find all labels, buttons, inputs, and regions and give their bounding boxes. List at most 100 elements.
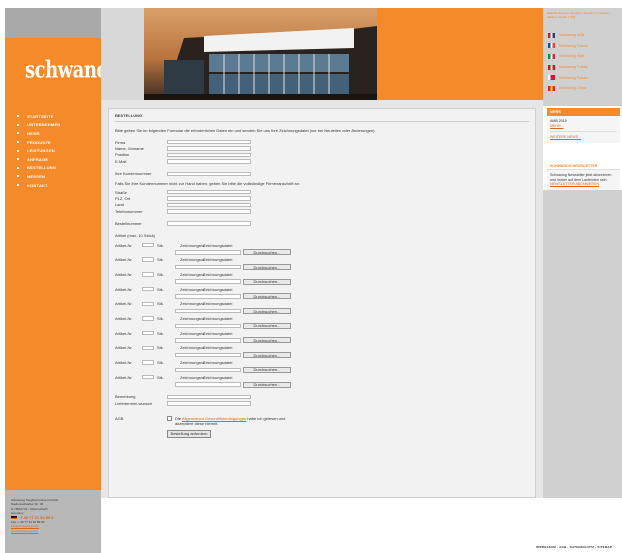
drawing-number-label: Zeichnungsnr. <box>180 257 206 263</box>
address-note: Falls Sie Ihre Kundennummer nicht zur Ha… <box>115 180 300 186</box>
browse-button[interactable]: Durchsuchen... <box>243 337 291 344</box>
language-links[interactable]: Search Deutsch | English | Español | Fra… <box>543 8 622 26</box>
article-number-input[interactable] <box>142 374 154 380</box>
field-label: Straße <box>115 189 128 195</box>
text-input[interactable] <box>167 139 251 145</box>
text-input[interactable] <box>167 202 251 208</box>
country-site-link[interactable]: Schwanog USA <box>548 30 620 41</box>
customer-number-input[interactable] <box>167 171 251 176</box>
quantity-label: Stk. <box>157 345 164 351</box>
text-input[interactable] <box>167 209 251 214</box>
article-number-input[interactable] <box>142 360 154 365</box>
article-number-input[interactable] <box>142 286 154 292</box>
text-input[interactable] <box>167 189 251 195</box>
country-site-link[interactable]: Schwanog Turkey <box>548 62 620 73</box>
file-path-input[interactable] <box>175 352 241 358</box>
banner-left <box>101 8 144 100</box>
remark-input[interactable] <box>167 394 251 400</box>
country-site-label: Schwanog France <box>559 43 588 48</box>
browse-button[interactable]: Durchsuchen... <box>243 322 291 329</box>
file-upload-row: Durchsuchen... <box>115 351 529 360</box>
article-number-label: Artikel-Nr. <box>115 242 133 248</box>
browse-button[interactable]: Durchsuchen... <box>243 278 291 285</box>
nav-item-label: UNTERNEHMEN <box>27 122 61 128</box>
browse-button[interactable]: Durchsuchen... <box>243 249 291 256</box>
text-input[interactable] <box>167 152 251 158</box>
file-path-input[interactable] <box>175 338 241 343</box>
article-number-label: Artikel-Nr. <box>115 360 133 365</box>
language-link-list[interactable]: Deutsch | English | Español | Français |… <box>547 11 610 19</box>
country-site-list: Schwanog USA Schwanog France Schwanog Ital… <box>548 30 620 94</box>
file-path-input[interactable] <box>175 323 241 329</box>
form-row: Telefonnummer <box>115 208 529 214</box>
drawing-file-label: Zeichnungsdatei <box>203 330 233 336</box>
nav-item[interactable]: BESTELLUNG <box>5 164 101 173</box>
browse-button[interactable]: Durchsuchen... <box>243 308 291 315</box>
nav-item[interactable]: PRODUKTE <box>5 138 101 147</box>
country-site-label: Schwanog China <box>559 86 587 91</box>
file-upload-row: Durchsuchen... <box>115 307 529 316</box>
text-input[interactable] <box>167 196 251 201</box>
news-heading: NEWS <box>547 108 620 116</box>
file-upload-row: Durchsuchen... <box>115 380 529 389</box>
country-site-link[interactable]: Schwanog China <box>548 83 620 94</box>
order-number-input[interactable] <box>167 221 251 226</box>
nav-item[interactable]: KONTAKT <box>5 181 101 190</box>
news-more-link[interactable]: MEHR... <box>550 124 617 129</box>
delivery-input[interactable] <box>167 401 251 406</box>
terms-label: AGB <box>115 415 124 421</box>
nav-item-label: LEISTUNGEN <box>27 148 55 154</box>
nav-item[interactable]: STARTSEITE <box>5 112 101 121</box>
browse-button[interactable]: Durchsuchen... <box>243 352 291 359</box>
drawing-file-label: Zeichnungsdatei <box>203 286 233 292</box>
customer-number-row: Ihre Kundennummer <box>115 171 529 177</box>
article-number-input[interactable] <box>142 301 154 306</box>
drawing-file-label: Zeichnungsdatei <box>203 271 233 277</box>
company-address: Schwanog Siegfried Güntert GmbH Niederes… <box>5 490 101 553</box>
footer-links[interactable]: IMPRESSUM · AGB · DATENSCHUTZ · SITEMAP <box>536 545 612 549</box>
file-path-input[interactable] <box>175 308 241 314</box>
file-path-input[interactable] <box>175 294 241 299</box>
nav-item-label: PRODUKTE <box>27 139 52 145</box>
article-number-input[interactable] <box>142 330 154 336</box>
article-number-input[interactable] <box>142 272 154 277</box>
country-site-link[interactable]: Schwanog Italia <box>548 51 620 62</box>
file-path-input[interactable] <box>175 367 241 373</box>
newsletter-subscribe-link[interactable]: NEWSLETTER ABONNIEREN <box>550 182 617 187</box>
bullet-icon <box>17 166 19 169</box>
browse-button[interactable]: Durchsuchen... <box>243 366 291 373</box>
nav-item[interactable]: ANFRAGE <box>5 155 101 164</box>
country-site-link[interactable]: Schwanog France <box>548 41 620 52</box>
browse-button[interactable]: Durchsuchen... <box>243 293 291 300</box>
all-news-link[interactable]: WEITERE NEWS... <box>550 135 617 140</box>
nav-item[interactable]: UNTERNEHMEN <box>5 121 101 130</box>
article-number-input[interactable] <box>142 316 154 321</box>
file-upload-row: Durchsuchen... <box>115 336 529 345</box>
building-photo <box>144 8 377 100</box>
nav-item[interactable]: MESSEN <box>5 172 101 181</box>
article-number-input[interactable] <box>142 345 154 351</box>
file-path-input[interactable] <box>175 382 241 387</box>
article-number-input[interactable] <box>142 242 154 248</box>
banner-right <box>377 8 543 100</box>
nav-item[interactable]: LEISTUNGEN <box>5 146 101 155</box>
file-path-input[interactable] <box>175 250 241 255</box>
file-path-input[interactable] <box>175 279 241 284</box>
quantity-label: Stk. <box>157 360 164 365</box>
country-site-link[interactable]: Schwanog Polska <box>548 72 620 83</box>
nav-item[interactable]: NEWS <box>5 129 101 138</box>
terms-checkbox[interactable] <box>167 415 172 421</box>
order-number-label: Bestellnummer <box>115 221 142 227</box>
field-label: Land <box>115 202 124 208</box>
file-path-input[interactable] <box>175 264 241 270</box>
country-site-label: Schwanog Polska <box>559 75 588 80</box>
article-number-input[interactable] <box>142 257 154 262</box>
website-link[interactable]: www.schwanog.com <box>11 529 95 533</box>
browse-button[interactable]: Durchsuchen... <box>243 381 291 388</box>
text-input[interactable] <box>167 159 251 164</box>
browse-button[interactable]: Durchsuchen... <box>243 264 291 271</box>
text-input[interactable] <box>167 146 251 151</box>
submit-order-button[interactable]: Bestellung anfordern <box>167 429 211 438</box>
article-number-label: Artikel-Nr. <box>115 286 133 292</box>
flag-icon <box>548 85 555 91</box>
